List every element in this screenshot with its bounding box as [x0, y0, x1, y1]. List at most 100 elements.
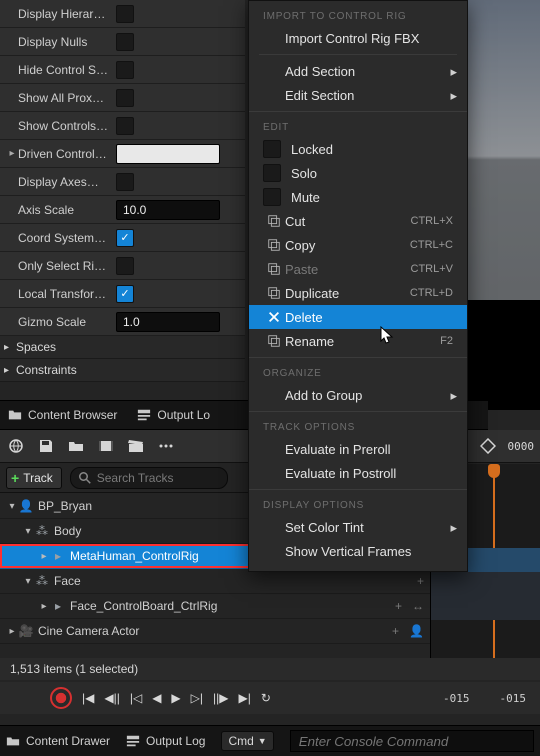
content-drawer-button[interactable]: Content Drawer: [6, 734, 110, 748]
menu-item[interactable]: Set Color Tint: [249, 515, 467, 539]
menu-checkbox[interactable]: [263, 164, 281, 182]
details-section-header[interactable]: ▸Spaces: [0, 336, 245, 359]
output-log-button[interactable]: Output Log: [126, 734, 205, 748]
menu-item[interactable]: Evaluate in Postroll: [249, 461, 467, 485]
spawnable-icon[interactable]: 👤: [409, 624, 424, 638]
key-icon[interactable]: [478, 436, 498, 456]
menu-item-label: Add Section: [285, 64, 453, 79]
menu-item-label: Copy: [285, 238, 410, 253]
checkbox[interactable]: [116, 117, 134, 135]
menu-item[interactable]: Locked: [249, 137, 467, 161]
search-icon: [79, 472, 91, 484]
save-icon[interactable]: [36, 436, 56, 456]
add-track-icon[interactable]: +: [395, 599, 402, 613]
expand-arrow-icon[interactable]: ▾: [22, 526, 34, 537]
outliner-row[interactable]: ▸🎥Cine Camera Actor+👤: [0, 619, 430, 644]
menu-item[interactable]: Import Control Rig FBX: [249, 26, 467, 50]
frame-back-icon[interactable]: |◁: [130, 691, 142, 705]
menu-item-label: Show Vertical Frames: [285, 544, 453, 559]
menu-shortcut: CTRL+V: [411, 263, 454, 275]
tab-output-log[interactable]: Output Lo: [137, 408, 210, 422]
menu-item[interactable]: RenameF2: [249, 329, 467, 353]
outliner-label: Cine Camera Actor: [38, 624, 139, 638]
detail-label: Display Hierar…: [18, 7, 116, 21]
menu-item[interactable]: Solo: [249, 161, 467, 185]
menu-item[interactable]: Mute: [249, 185, 467, 209]
console-input[interactable]: [290, 730, 534, 752]
checkbox[interactable]: [116, 33, 134, 51]
menu-checkbox[interactable]: [263, 140, 281, 158]
tab-content-browser[interactable]: Content Browser: [8, 408, 117, 422]
range-end[interactable]: -015: [500, 692, 540, 705]
menu-shortcut: CTRL+X: [411, 215, 454, 227]
expand-arrow-icon[interactable]: ▾: [22, 576, 34, 587]
expand-arrow-icon[interactable]: ▸: [6, 626, 18, 637]
menu-item[interactable]: DuplicateCTRL+D: [249, 281, 467, 305]
menu-item[interactable]: CutCTRL+X: [249, 209, 467, 233]
step-fwd-icon[interactable]: ||▶: [213, 691, 228, 705]
checkbox[interactable]: [116, 5, 134, 23]
current-time[interactable]: 0000: [508, 440, 535, 453]
checkbox[interactable]: [116, 257, 134, 275]
expand-arrow-icon[interactable]: ▾: [6, 501, 18, 512]
expand-arrow-icon[interactable]: ▸: [6, 148, 18, 159]
checkbox[interactable]: ✓: [116, 285, 134, 303]
loop-icon[interactable]: ↻: [261, 691, 271, 705]
go-to-start-icon[interactable]: |◀: [82, 691, 94, 705]
cut-icon: [263, 214, 285, 228]
section-label: Spaces: [16, 340, 56, 354]
checkbox[interactable]: [116, 61, 134, 79]
checkbox[interactable]: ✓: [116, 229, 134, 247]
menu-shortcut: CTRL+C: [410, 239, 453, 251]
expand-arrow-icon[interactable]: ▸: [38, 601, 50, 612]
number-input[interactable]: 1.0: [116, 312, 220, 332]
menu-checkbox[interactable]: [263, 188, 281, 206]
detail-row: Show All Prox…: [0, 84, 245, 112]
color-swatch[interactable]: [116, 144, 220, 164]
menu-item-label: Delete: [285, 310, 453, 325]
outliner-label: BP_Bryan: [38, 499, 92, 513]
transport-controls: |◀ ◀|| |◁ ◀ ▶ ▷| ||▶ ▶| ↻ -015 -015: [0, 682, 540, 714]
outliner-row[interactable]: ▾⁂Face+: [0, 569, 430, 594]
cmd-mode-dropdown[interactable]: Cmd ▼: [221, 731, 273, 751]
add-track-icon[interactable]: +: [392, 624, 399, 638]
menu-item[interactable]: Edit Section: [249, 83, 467, 107]
menu-item[interactable]: Add to Group: [249, 383, 467, 407]
go-to-end-icon[interactable]: ▶|: [238, 691, 250, 705]
render-movie-icon[interactable]: [96, 436, 116, 456]
menu-item[interactable]: Delete: [249, 305, 467, 329]
record-button[interactable]: [50, 687, 72, 709]
menu-item[interactable]: Add Section: [249, 59, 467, 83]
checkbox[interactable]: [116, 173, 134, 191]
bone-icon: ⁂: [34, 524, 50, 538]
timeline-track-bar[interactable]: [431, 572, 540, 620]
menu-item[interactable]: Evaluate in Preroll: [249, 437, 467, 461]
play-reverse-icon[interactable]: ◀: [152, 691, 161, 705]
checkbox[interactable]: [116, 89, 134, 107]
play-icon[interactable]: ▶: [171, 691, 180, 705]
details-section-header[interactable]: ▸Constraints: [0, 359, 245, 382]
paste-icon: [263, 262, 285, 276]
detail-row: Only Select Ri…: [0, 252, 245, 280]
outliner-row[interactable]: ▸▸Face_ControlBoard_CtrlRig+↔: [0, 594, 430, 619]
ellipsis-icon[interactable]: [156, 436, 176, 456]
range-start[interactable]: -015: [443, 692, 484, 705]
clapper-icon[interactable]: [126, 436, 146, 456]
frame-fwd-icon[interactable]: ▷|: [191, 691, 203, 705]
step-back-icon[interactable]: ◀||: [104, 691, 119, 705]
search-tracks-input[interactable]: Search Tracks: [70, 467, 228, 489]
add-track-button[interactable]: + Track: [6, 467, 62, 489]
menu-shortcut: CTRL+D: [410, 287, 453, 299]
menu-item[interactable]: Show Vertical Frames: [249, 539, 467, 563]
browse-icon[interactable]: [66, 436, 86, 456]
detail-label: Show Controls…: [18, 119, 116, 133]
root: Display Hierar…Display NullsHide Control…: [0, 0, 540, 756]
expand-arrow-icon[interactable]: ▸: [38, 551, 50, 562]
rig-icon: ▸: [50, 599, 66, 613]
globe-icon[interactable]: [6, 436, 26, 456]
add-track-icon[interactable]: +: [417, 574, 424, 588]
section-range-icon[interactable]: ↔: [412, 599, 424, 613]
menu-item-label: Set Color Tint: [285, 520, 453, 535]
number-input[interactable]: 10.0: [116, 200, 220, 220]
menu-item[interactable]: CopyCTRL+C: [249, 233, 467, 257]
